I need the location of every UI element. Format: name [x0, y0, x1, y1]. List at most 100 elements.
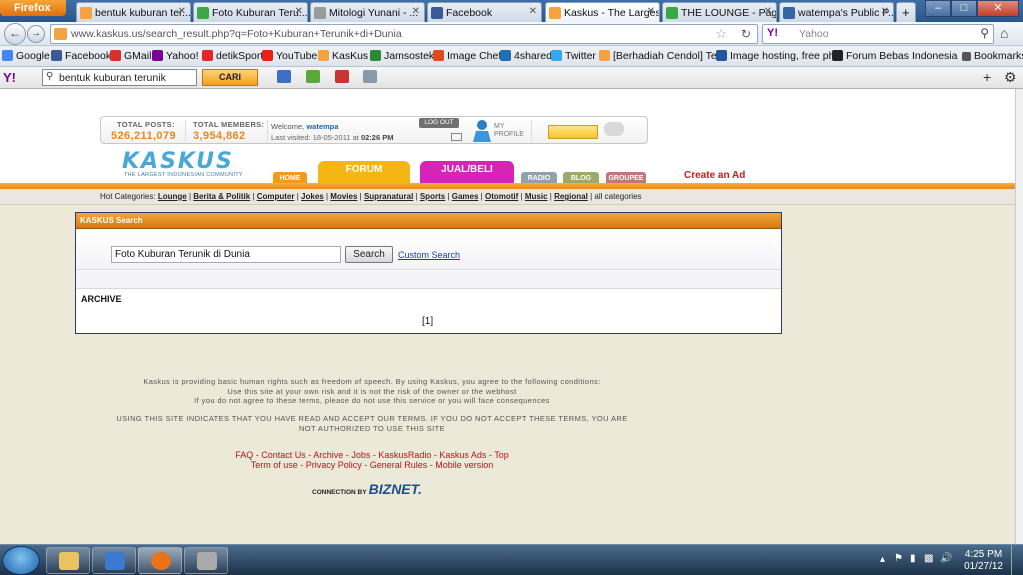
close-tab-icon[interactable]: ✕ [881, 6, 889, 17]
footer-link[interactable]: KaskusRadio [378, 450, 431, 460]
bookmark-star-icon[interactable]: ☆ [715, 26, 727, 42]
bookmark-item[interactable]: GMail [110, 50, 151, 62]
maximize-button[interactable]: □ [951, 0, 977, 17]
network-signal-icon[interactable]: ▩ [924, 553, 933, 564]
vertical-scrollbar[interactable] [1015, 89, 1023, 544]
hot-category-link[interactable]: Supranatural [364, 192, 413, 201]
browser-tab[interactable]: Mitologi Yunani - ... ✕ [310, 2, 425, 22]
footer-link[interactable]: Top [494, 450, 509, 460]
browser-tab[interactable]: THE LOUNGE - Pag... ✕ [662, 2, 777, 22]
page-number-link[interactable]: [1] [422, 316, 433, 327]
start-button[interactable] [2, 546, 40, 575]
browser-tab[interactable]: watempa's Public P... ✕ [779, 2, 894, 22]
hot-category-link[interactable]: Regional [554, 192, 588, 201]
footer-link[interactable]: Kaskus Ads [439, 450, 486, 460]
firefox-taskbar-button[interactable] [138, 547, 182, 574]
yahoo-logo[interactable]: Y! [3, 70, 16, 85]
cari-button[interactable]: CARI [202, 69, 258, 86]
battery-icon[interactable]: ▮ [910, 553, 916, 564]
hot-category-link[interactable]: Computer [257, 192, 295, 201]
custom-search-link[interactable]: Custom Search [398, 250, 460, 260]
browser-search-box[interactable]: Y! Yahoo ⚲ [762, 24, 994, 44]
nav-tab-forum[interactable]: FORUM [318, 161, 410, 185]
all-categories-link[interactable]: all categories [594, 192, 641, 201]
browser-tab[interactable]: Kaskus - The Larges... ✕ [545, 2, 660, 22]
footer-link[interactable]: Jobs [351, 450, 370, 460]
mail-icon[interactable] [277, 70, 291, 83]
kaskus-search-input[interactable]: Foto Kuburan Terunik di Dunia [111, 246, 341, 263]
bookmark-item[interactable]: Twitter [551, 50, 596, 62]
private-message-icon[interactable] [451, 133, 462, 141]
footer-link[interactable]: General Rules [370, 460, 428, 470]
footer-link[interactable]: FAQ [235, 450, 253, 460]
footer-link[interactable]: Archive [313, 450, 343, 460]
hot-category-link[interactable]: Berita & Politik [193, 192, 250, 201]
bookmark-item[interactable]: Jamsostek :: [370, 50, 443, 62]
hot-category-link[interactable]: Otomotif [485, 192, 518, 201]
tray-expand-icon[interactable]: ▴ [880, 554, 885, 565]
bookmark-item[interactable]: KasKus [318, 50, 368, 62]
hot-category-link[interactable]: Sports [420, 192, 445, 201]
minimize-button[interactable]: – [925, 0, 951, 17]
close-tab-icon[interactable]: ✕ [412, 6, 420, 17]
close-tab-icon[interactable]: ✕ [178, 6, 186, 17]
hot-category-link[interactable]: Music [525, 192, 548, 201]
create-ad-link[interactable]: Create an Ad [684, 170, 745, 181]
bookmark-item[interactable]: detikSport [202, 50, 263, 62]
forward-button[interactable]: → [27, 25, 45, 43]
bookmark-item[interactable]: 4shared [500, 50, 552, 62]
browser-tab[interactable]: Foto Kuburan Teru... ✕ [193, 2, 308, 22]
search-icon[interactable]: ⚲ [980, 26, 989, 40]
show-desktop-button[interactable] [1011, 545, 1023, 575]
home-icon[interactable]: ⌂ [1000, 25, 1008, 41]
browser-tab[interactable]: bentuk kuburan ter... ✕ [76, 2, 191, 22]
bookmark-item[interactable]: Image Chef [433, 50, 501, 62]
bookmark-item[interactable]: Facebook [51, 50, 111, 62]
hot-category-link[interactable]: Movies [330, 192, 357, 201]
yahoo-search-input[interactable]: ⚲ bentuk kuburan terunik [42, 69, 197, 86]
firefox-menu-button[interactable]: Firefox [0, 0, 66, 16]
footer-link[interactable]: Mobile version [435, 460, 493, 470]
explorer-taskbar-button[interactable] [46, 547, 90, 574]
browser-tab[interactable]: Facebook ✕ [427, 2, 542, 22]
close-tab-icon[interactable]: ✕ [764, 6, 772, 17]
nav-tab-jualbeli[interactable]: JUAL/BELI [420, 161, 514, 185]
footer-link[interactable]: Privacy Policy [306, 460, 362, 470]
new-tab-button[interactable]: + [896, 2, 916, 22]
bookmark-item[interactable]: Yahoo! [152, 50, 199, 62]
media-player-taskbar-button[interactable] [92, 547, 136, 574]
bookmark-item[interactable]: [Berhadiah Cendol] Te... [599, 50, 725, 62]
bookmark-item[interactable]: Forum Bebas Indonesia [832, 50, 957, 62]
bookmark-item[interactable]: Image hosting, free ph... [716, 50, 843, 62]
volume-icon[interactable]: 🔊 [940, 553, 952, 564]
news-icon[interactable] [335, 70, 349, 83]
games-icon[interactable] [306, 70, 320, 83]
profile-person-icon[interactable] [471, 119, 493, 143]
my-profile-link[interactable]: MY PROFILE [494, 123, 524, 139]
app-taskbar-button[interactable] [184, 547, 228, 574]
footer-link[interactable]: Term of use [251, 460, 298, 470]
settings-gear-icon[interactable]: ⚙ [1004, 69, 1017, 86]
back-button[interactable]: ← [4, 23, 26, 45]
reload-icon[interactable]: ↻ [741, 27, 751, 41]
add-icon[interactable]: + [983, 69, 991, 85]
logout-button[interactable]: LOG OUT [419, 118, 459, 128]
close-window-button[interactable]: ✕ [977, 0, 1019, 17]
flag-icon[interactable]: ⚑ [894, 553, 903, 564]
close-tab-icon[interactable]: ✕ [295, 6, 303, 17]
address-bar[interactable]: www.kaskus.us/search_result.php?q=Foto+K… [50, 24, 758, 44]
bookmarks-menu[interactable]: Bookmarks [962, 50, 1023, 62]
quick-search-input[interactable] [548, 125, 598, 139]
bookmark-item[interactable]: Google [2, 50, 50, 62]
close-tab-icon[interactable]: ✕ [529, 6, 537, 17]
footer-link[interactable]: Contact Us [261, 450, 306, 460]
close-tab-icon[interactable]: ✕ [647, 6, 655, 17]
taskbar-clock[interactable]: 4:25 PM 01/27/12 [964, 549, 1003, 573]
username-link[interactable]: watempa [306, 122, 338, 131]
hot-category-link[interactable]: Lounge [158, 192, 187, 201]
pages-icon[interactable] [363, 70, 377, 83]
kaskus-logo[interactable]: KASKUS [122, 149, 234, 174]
yahoo-engine-icon[interactable]: Y! [767, 27, 778, 39]
hot-category-link[interactable]: Games [452, 192, 479, 201]
hot-category-link[interactable]: Jokes [301, 192, 324, 201]
